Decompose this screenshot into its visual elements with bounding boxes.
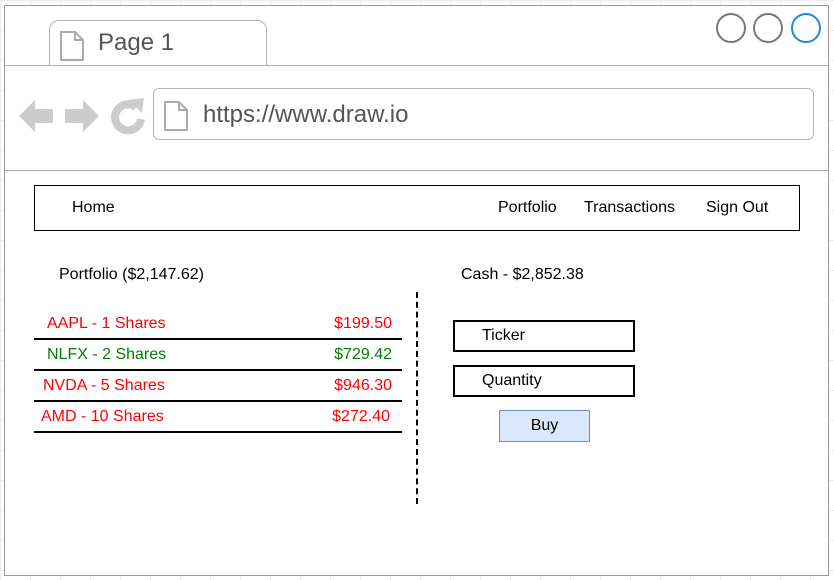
browser-tab[interactable]: Page 1 xyxy=(49,20,267,66)
holding-value: $199.50 xyxy=(334,315,392,332)
nav-transactions-link[interactable]: Transactions xyxy=(584,199,675,217)
browser-window: Page 1 https://www.draw.io Home Portfoli… xyxy=(4,5,829,576)
ticker-input[interactable] xyxy=(453,320,635,352)
quantity-input[interactable] xyxy=(453,365,635,397)
holding-value: $946.30 xyxy=(334,377,392,394)
cash-balance: Cash - $2,852.38 xyxy=(461,266,584,283)
holding-value: $729.42 xyxy=(334,346,392,363)
nav-portfolio-link[interactable]: Portfolio xyxy=(498,199,557,217)
tab-bar-divider xyxy=(5,65,828,66)
buy-button[interactable]: Buy xyxy=(499,410,590,442)
holding-row: AAPL - 1 Shares $199.50 xyxy=(34,309,402,340)
back-arrow-icon[interactable] xyxy=(19,100,53,132)
holding-row: NLFX - 2 Shares $729.42 xyxy=(34,340,402,371)
browser-nav-icons xyxy=(19,98,145,135)
holding-value: $272.40 xyxy=(332,408,390,425)
column-divider xyxy=(416,292,418,504)
close-icon[interactable] xyxy=(791,13,821,43)
tab-title: Page 1 xyxy=(98,29,175,56)
maximize-icon[interactable] xyxy=(753,13,783,43)
url-text: https://www.draw.io xyxy=(203,101,409,128)
site-navbar: Home Portfolio Transactions Sign Out xyxy=(34,185,800,231)
address-bar[interactable]: https://www.draw.io xyxy=(153,88,814,140)
page-icon xyxy=(164,101,188,131)
document-icon xyxy=(60,31,84,61)
browser-nav-controls xyxy=(19,98,149,143)
holdings-list: AAPL - 1 Shares $199.50 NLFX - 2 Shares … xyxy=(34,309,402,433)
forward-arrow-icon[interactable] xyxy=(65,100,99,132)
holding-row: AMD - 10 Shares $272.40 xyxy=(34,402,402,433)
browser-chrome-divider xyxy=(5,170,828,171)
holding-row: NVDA - 5 Shares $946.30 xyxy=(34,371,402,402)
holding-name: NVDA - 5 Shares xyxy=(43,377,165,394)
holding-name: AMD - 10 Shares xyxy=(41,408,164,425)
holding-name: AAPL - 1 Shares xyxy=(47,315,166,332)
nav-home-link[interactable]: Home xyxy=(72,199,115,217)
nav-sign-out-link[interactable]: Sign Out xyxy=(706,199,768,217)
portfolio-title: Portfolio ($2,147.62) xyxy=(59,266,204,283)
reload-icon[interactable] xyxy=(111,98,145,135)
holding-name: NLFX - 2 Shares xyxy=(47,346,167,363)
minimize-icon[interactable] xyxy=(716,13,746,43)
